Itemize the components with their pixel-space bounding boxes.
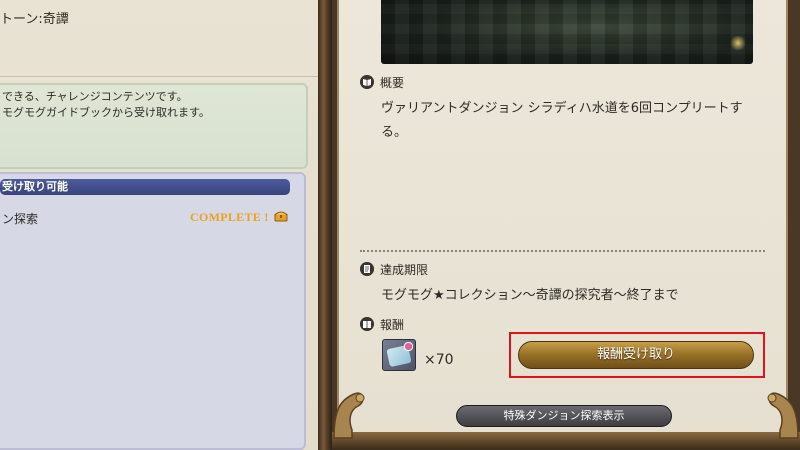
- book-icon: [360, 75, 374, 89]
- reward-badge-icon: [404, 342, 413, 351]
- description-line-2: モグモグガイドブックから受け取れます。: [2, 106, 210, 119]
- reward-icon[interactable]: [382, 339, 416, 371]
- reward-section-icon: [360, 317, 374, 331]
- deadline-text: モグモグ★コレクション～奇譚の探究者～終了まで: [381, 288, 679, 303]
- claim-reward-button[interactable]: 報酬受け取り: [518, 341, 754, 369]
- content-title: トーン:奇譚: [0, 12, 69, 27]
- list-item-label: ン探索: [2, 212, 39, 226]
- title-divider: [0, 76, 318, 77]
- frame-ornament-left: [333, 392, 365, 439]
- torch-light: [729, 36, 747, 50]
- left-panel: トーン:奇譚 できる、チャレンジコンテンツです。 モグモグガイドブックから受け取…: [0, 0, 318, 450]
- description-line-1: できる、チャレンジコンテンツです。: [2, 90, 188, 103]
- reward-count: ×70: [424, 352, 454, 368]
- chest-icon: [274, 211, 288, 222]
- description-box: できる、チャレンジコンテンツです。 モグモグガイドブックから受け取れます。: [0, 83, 308, 169]
- frame-bottom: [332, 432, 800, 450]
- document-icon: [360, 262, 374, 276]
- challenge-list: 受け取り可能 ン探索 COMPLETE !: [0, 172, 306, 450]
- list-item[interactable]: ン探索 COMPLETE !: [0, 206, 298, 230]
- special-dungeon-exploration-button[interactable]: 特殊ダンジョン探索表示: [456, 405, 672, 427]
- reward-label: 報酬: [380, 318, 405, 332]
- summary-label: 概要: [380, 76, 405, 90]
- deadline-label: 達成期限: [380, 263, 429, 277]
- frame-ornament-right: [767, 392, 799, 439]
- section-divider: [360, 250, 765, 252]
- complete-status: COMPLETE !: [190, 210, 269, 224]
- dungeon-preview-image: [381, 0, 753, 64]
- summary-text-line-1: ヴァリアントダンジョン シラディハ水道を6回コンプリートす: [381, 101, 743, 116]
- summary-text-line-2: る。: [381, 125, 408, 140]
- list-header-claimable[interactable]: 受け取り可能: [0, 179, 290, 195]
